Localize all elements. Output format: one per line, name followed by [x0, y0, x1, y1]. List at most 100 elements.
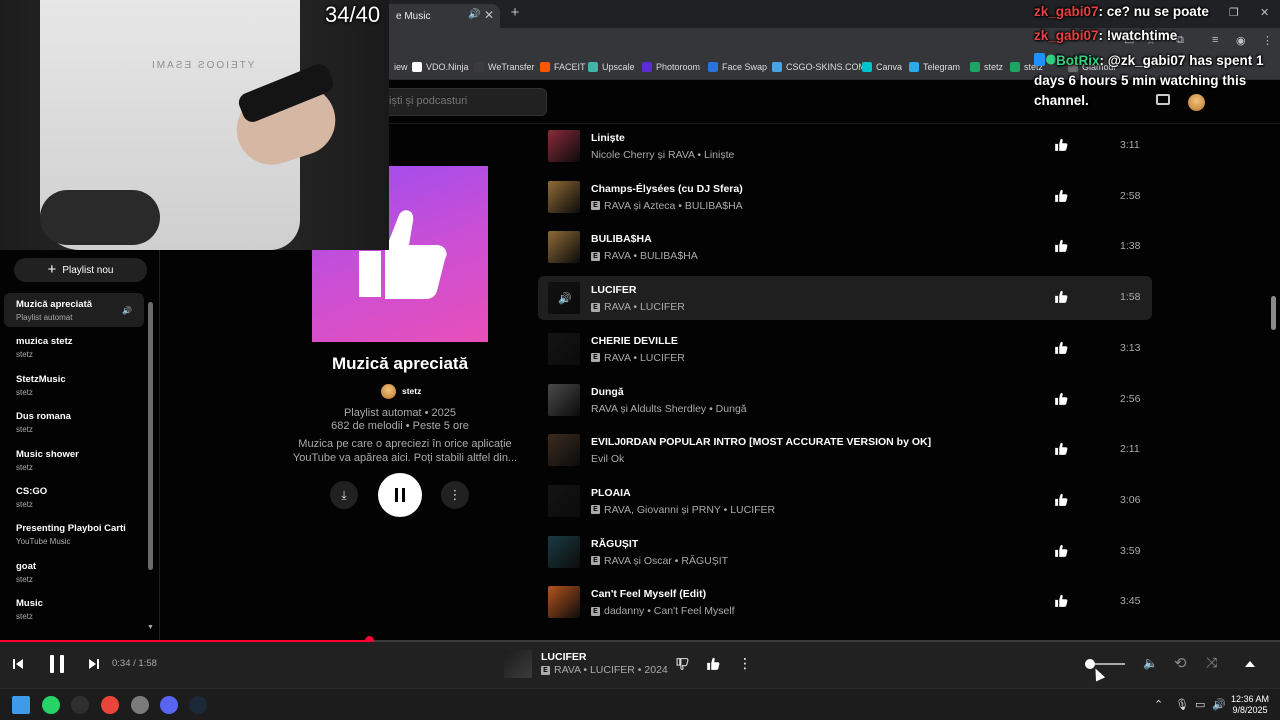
network-icon[interactable]: ▭ — [1195, 698, 1205, 711]
speaker-icon[interactable]: 🔊 — [1212, 698, 1226, 711]
thumbs-up-icon[interactable] — [1054, 493, 1068, 507]
thumbs-up-icon[interactable] — [1054, 544, 1068, 558]
pause-playlist-button[interactable] — [378, 473, 422, 517]
track-row[interactable]: BULIBA$HA E RAVA • BULIBA$HA 1:38 — [538, 225, 1152, 269]
obs-icon[interactable] — [71, 696, 89, 714]
bookmark-item[interactable]: Face Swap — [708, 60, 767, 74]
whatsapp-icon[interactable] — [42, 696, 60, 714]
track-title[interactable]: LUCIFER — [591, 284, 637, 296]
discord-icon[interactable] — [160, 696, 178, 714]
track-row[interactable]: EVILJ0RDAN POPULAR INTRO [MOST ACCURATE … — [538, 428, 1152, 472]
sidebar-playlist-item[interactable]: Dus romana stetz — [4, 405, 144, 439]
thumbs-up-icon[interactable] — [1054, 189, 1068, 203]
expand-player-icon[interactable] — [1244, 660, 1256, 668]
track-row[interactable]: Can't Feel Myself (Edit) Edadanny • Can't… — [538, 580, 1152, 624]
track-title[interactable]: Can't Feel Myself (Edit) — [591, 588, 706, 600]
bookmark-item[interactable]: Canva — [862, 60, 902, 74]
track-title[interactable]: BULIBA$HA — [591, 233, 652, 245]
track-title[interactable]: Champs-Élysées (cu DJ Sfera) — [591, 183, 743, 195]
thumbs-up-icon[interactable] — [1054, 290, 1068, 304]
now-playing-art[interactable] — [504, 650, 532, 678]
windows-start-icon[interactable] — [12, 696, 30, 714]
track-thumbnail[interactable] — [548, 586, 580, 619]
thumbs-up-icon[interactable] — [1054, 239, 1068, 253]
pause-button[interactable] — [50, 655, 64, 673]
track-row[interactable]: CHERIE DEVILLE E RAVA • LUCIFER 3:13 — [538, 327, 1152, 371]
track-artist[interactable]: dadanny • Can't Feel Myself — [604, 605, 735, 617]
bookmark-item[interactable]: VDO.Ninja — [412, 60, 469, 74]
track-title[interactable]: Liniște — [591, 132, 625, 144]
track-row[interactable]: Liniște Nicole Cherry și RAVA • Liniște 3:… — [538, 124, 1152, 168]
thumbs-down-icon[interactable] — [676, 657, 689, 670]
thumbs-up-icon[interactable] — [1054, 442, 1068, 456]
track-thumbnail[interactable] — [548, 434, 580, 467]
now-playing-details[interactable]: RAVA • LUCIFER • 2024 — [554, 664, 668, 676]
thumbs-up-icon[interactable] — [1054, 392, 1068, 406]
bookmark-item[interactable]: Telegram — [909, 60, 960, 74]
bookmark-item[interactable]: Photoroom — [642, 60, 700, 74]
track-artist[interactable]: RAVA • LUCIFER — [604, 301, 685, 313]
track-title[interactable]: CHERIE DEVILLE — [591, 335, 678, 347]
repeat-icon[interactable]: ⟲ — [1174, 654, 1187, 672]
now-playing-title[interactable]: LUCIFER — [541, 651, 587, 663]
sidebar-playlist-item[interactable]: goat stetz — [4, 555, 144, 589]
new-playlist-button[interactable]: + Playlist nou — [14, 258, 147, 282]
track-artist[interactable]: RAVA, Giovanni și PRNY • LUCIFER — [604, 504, 775, 516]
track-row[interactable]: Dungă RAVA și Aldults Sherdley • Dungă 2:5… — [538, 378, 1152, 422]
track-row[interactable]: Champs-Élysées (cu DJ Sfera) E RAVA și Azt… — [538, 175, 1152, 219]
sidebar-playlist-item[interactable]: Muzică apreciată Playlist automat 🔊 — [4, 293, 144, 327]
sidebar-scrollbar[interactable] — [148, 302, 153, 570]
track-thumbnail[interactable] — [548, 180, 580, 213]
scroll-down-arrow-icon[interactable]: ▼ — [147, 624, 154, 631]
sidebar-playlist-item[interactable]: StetzMusic stetz — [4, 368, 144, 402]
track-thumbnail[interactable] — [548, 231, 580, 264]
browser-tab-youtube-music[interactable]: e Music 🔊 ✕ — [376, 4, 500, 28]
track-thumbnail[interactable] — [548, 383, 580, 416]
sidebar-playlist-item[interactable]: Music shower stetz — [4, 443, 144, 477]
track-title[interactable]: RĂGUȘIT — [591, 538, 638, 550]
track-thumbnail[interactable] — [548, 332, 580, 365]
playlist-owner[interactable]: stetz — [381, 383, 421, 399]
download-button[interactable]: ⤓ — [330, 481, 358, 509]
track-title[interactable]: Dungă — [591, 386, 624, 398]
track-row[interactable]: PLOAIA E RAVA, Giovanni și PRNY • LUCIFER 3… — [538, 479, 1152, 523]
steam-icon[interactable] — [189, 696, 207, 714]
sidebar-playlist-item[interactable]: Music stetz — [4, 592, 144, 626]
playlist-description[interactable]: Muzica pe care o apreciezi în orice apli… — [290, 437, 520, 465]
track-title[interactable]: EVILJ0RDAN POPULAR INTRO [MOST ACCURATE … — [591, 436, 931, 448]
now-playing-more-icon[interactable]: ⋮ — [738, 655, 752, 672]
track-row[interactable]: 🔊 LUCIFER E RAVA • LUCIFER 1:58 — [538, 276, 1152, 321]
sidebar-playlist-item[interactable]: Presenting Playboi Carti YouTube Music — [4, 517, 144, 551]
track-thumbnail[interactable] — [548, 484, 580, 517]
bookmark-item[interactable]: FACEIT — [540, 60, 586, 74]
thumbs-up-icon[interactable] — [1054, 138, 1068, 152]
thumbs-up-icon[interactable] — [1054, 594, 1068, 608]
next-track-icon[interactable] — [88, 658, 100, 670]
previous-track-icon[interactable] — [12, 658, 24, 670]
search-input[interactable] — [389, 95, 539, 107]
track-title[interactable]: PLOAIA — [591, 487, 631, 499]
new-tab-icon[interactable]: + — [506, 4, 524, 24]
github-desktop-icon[interactable] — [131, 696, 149, 714]
show-hidden-icons-icon[interactable]: ⌃ — [1154, 698, 1163, 711]
sidebar-playlist-item[interactable]: muzica stetz stetz — [4, 330, 144, 364]
track-artist[interactable]: RAVA • LUCIFER — [604, 352, 685, 364]
sidebar-playlist-item[interactable]: CS:GO stetz — [4, 480, 144, 514]
track-thumbnail[interactable] — [548, 535, 580, 568]
main-scrollbar[interactable] — [1271, 296, 1276, 330]
track-thumbnail[interactable] — [548, 130, 580, 162]
shuffle-icon[interactable]: ⤨ — [1206, 654, 1217, 671]
tab-close-icon[interactable]: ✕ — [484, 8, 494, 22]
bookmark-item[interactable]: CSGO-SKINS.COM — [772, 60, 866, 74]
track-artist[interactable]: Evil Ok — [591, 453, 624, 465]
thumbs-up-icon[interactable] — [1054, 341, 1068, 355]
bookmark-item[interactable]: stetz — [970, 60, 1003, 74]
track-artist[interactable]: RAVA • BULIBA$HA — [604, 250, 698, 262]
bookmark-item[interactable]: Upscale — [588, 60, 635, 74]
bookmark-item[interactable]: WeTransfer — [474, 60, 535, 74]
track-artist[interactable]: RAVA și Oscar • RĂGUȘIT — [604, 555, 728, 567]
tab-audio-icon[interactable]: 🔊 — [468, 9, 480, 20]
microphone-icon[interactable]: 🎙 — [1175, 698, 1189, 711]
track-artist[interactable]: RAVA și Aldults Sherdley • Dungă — [591, 403, 747, 415]
track-artist[interactable]: RAVA și Azteca • BULIBA$HA — [604, 200, 743, 212]
